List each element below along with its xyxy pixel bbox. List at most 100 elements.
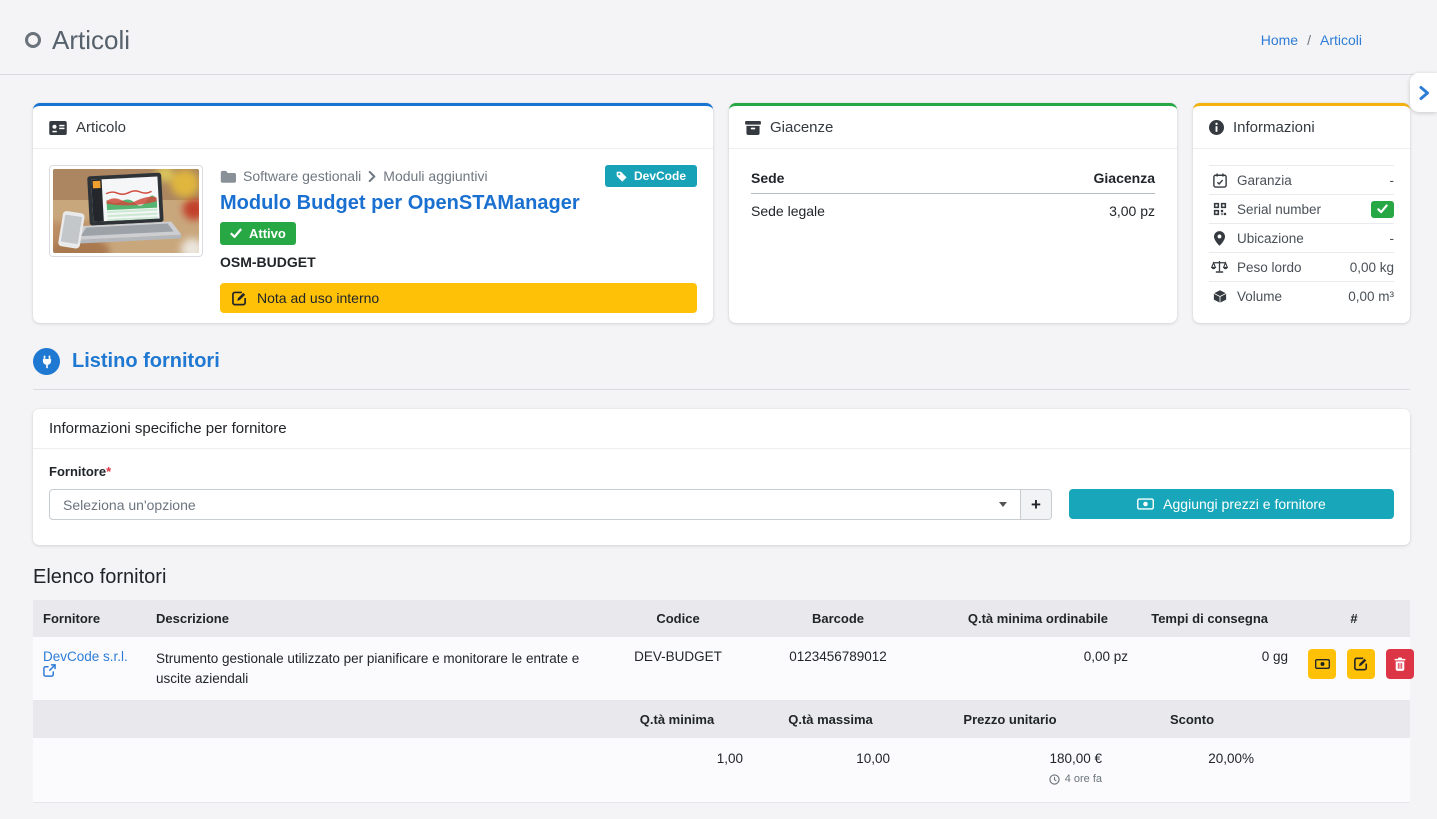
info-label: Serial number: [1237, 202, 1321, 217]
row-actions: [1298, 637, 1424, 700]
stock-col-giacenza: Giacenza: [972, 162, 1155, 194]
supplier-section-title: Listino fornitori: [72, 350, 220, 373]
fornitore-select-placeholder: Seleziona un'opzione: [63, 497, 196, 513]
module-circle-icon: [25, 32, 41, 48]
add-prices-button[interactable]: Aggiungi prezzi e fornitore: [1069, 489, 1394, 519]
breadcrumb-home-link[interactable]: Home: [1261, 32, 1298, 48]
delete-button[interactable]: [1386, 649, 1414, 679]
col-codice: Codice: [608, 600, 748, 637]
col-tempi-consegna: Tempi di consegna: [1138, 600, 1298, 637]
supplier-cell: DevCode s.r.l.: [33, 637, 146, 700]
barcode-cell: 0123456789012: [748, 637, 928, 700]
qta-minima-ordinabile-cell: 0,00 pz: [928, 637, 1138, 700]
brand-badge-label: DevCode: [634, 169, 686, 183]
chevron-right-icon: [368, 171, 376, 182]
col-qta-massima: Q.tà massima: [757, 701, 904, 738]
fornitore-select[interactable]: Seleziona un'opzione: [49, 489, 1021, 520]
product-image[interactable]: [49, 165, 203, 257]
article-card-header: Articolo: [33, 106, 713, 149]
status-badge: Attivo: [220, 222, 296, 245]
info-card-header: Informazioni: [1193, 106, 1410, 149]
col-qta-minima: Q.tà minima: [597, 701, 757, 738]
info-value: -: [1390, 173, 1395, 188]
info-circle-icon: [1209, 120, 1224, 135]
map-marker-icon: [1209, 231, 1230, 246]
required-mark: *: [106, 464, 111, 479]
breadcrumb-current-link[interactable]: Articoli: [1320, 32, 1362, 48]
edit-icon: [232, 291, 247, 306]
cube-icon: [1209, 289, 1230, 304]
col-actions: #: [1298, 600, 1410, 637]
calendar-check-icon: [1209, 173, 1230, 188]
address-card-icon: [49, 121, 67, 135]
internal-note-label: Nota ad uso interno: [257, 290, 379, 306]
supplier-link[interactable]: DevCode s.r.l.: [43, 649, 128, 677]
col-qta-minima-ordinabile: Q.tà minima ordinabile: [928, 600, 1138, 637]
prezzo-unitario-cell: 180,00 € 4 ore fa: [904, 738, 1116, 802]
stock-table: Sede Giacenza Sede legale 3,00 pz: [751, 162, 1155, 228]
info-label: Garanzia: [1237, 173, 1292, 188]
supplier-name: DevCode s.r.l.: [43, 649, 128, 664]
sconto-cell: 20,00%: [1116, 738, 1268, 802]
col-barcode: Barcode: [748, 600, 928, 637]
internal-note-button[interactable]: Nota ad uso interno: [220, 283, 697, 313]
price-detail-header: Q.tà minima Q.tà massima Prezzo unitario…: [33, 701, 1410, 738]
article-title-link[interactable]: Modulo Budget per OpenSTAManager: [220, 192, 580, 215]
side-panel-toggle[interactable]: [1410, 73, 1437, 112]
tag-icon: [616, 171, 627, 182]
col-descrizione: Descrizione: [146, 600, 608, 637]
qrcode-icon: [1209, 202, 1230, 216]
fornitore-label-text: Fornitore: [49, 464, 106, 479]
article-card-body: Software gestionali Moduli aggiuntivi De…: [33, 149, 713, 323]
breadcrumb-separator: /: [1307, 32, 1311, 48]
stock-sede-value: Sede legale: [751, 194, 972, 229]
status-row: Attivo: [220, 215, 697, 245]
check-icon: [230, 228, 242, 239]
category-label[interactable]: Software gestionali: [243, 168, 361, 184]
info-label: Volume: [1237, 289, 1282, 304]
status-badge-label: Attivo: [249, 226, 286, 241]
spacer: [1268, 701, 1410, 738]
fornitore-input-group: Seleziona un'opzione +: [49, 489, 1052, 520]
updated-timestamp: 4 ore fa: [918, 773, 1102, 785]
external-link-icon: [43, 664, 128, 677]
info-value: -: [1390, 231, 1395, 246]
stock-table-header: Sede Giacenza: [751, 162, 1155, 194]
supplier-form-panel: Informazioni specifiche per fornitore Fo…: [33, 409, 1410, 545]
suppliers-table: Fornitore Descrizione Codice Barcode Q.t…: [33, 600, 1410, 803]
prices-button[interactable]: [1308, 649, 1336, 679]
section-divider: [33, 389, 1410, 390]
codice-cell: DEV-BUDGET: [608, 637, 748, 700]
info-label: Peso lordo: [1237, 260, 1302, 275]
article-code: OSM-BUDGET: [220, 254, 697, 270]
add-supplier-button[interactable]: +: [1021, 489, 1052, 520]
archive-box-icon: [745, 121, 761, 135]
info-row-serial: Serial number: [1209, 194, 1394, 223]
scale-icon: [1209, 260, 1230, 274]
updated-text: 4 ore fa: [1065, 773, 1102, 785]
fornitore-label: Fornitore*: [49, 464, 1394, 479]
spacer: [33, 738, 597, 802]
edit-button[interactable]: [1347, 649, 1375, 679]
qta-minima-cell: 1,00: [597, 738, 757, 802]
plug-icon: [33, 348, 60, 375]
spacer: [33, 701, 597, 738]
article-card: Articolo: [33, 103, 713, 323]
info-card-title: Informazioni: [1233, 119, 1315, 136]
topbar: Articoli Home / Articoli: [0, 0, 1437, 75]
subcategory-label[interactable]: Moduli aggiuntivi: [383, 168, 487, 184]
article-card-title: Articolo: [76, 119, 126, 136]
suppliers-table-header: Fornitore Descrizione Codice Barcode Q.t…: [33, 600, 1410, 637]
info-row-volume: Volume 0,00 m³: [1209, 281, 1394, 310]
col-fornitore: Fornitore: [33, 600, 146, 637]
supplier-section-heading: Listino fornitori: [33, 348, 1410, 375]
info-row-garanzia: Garanzia -: [1209, 165, 1394, 194]
brand-badge[interactable]: DevCode: [605, 165, 697, 187]
article-info: Software gestionali Moduli aggiuntivi De…: [220, 165, 697, 313]
category-row: Software gestionali Moduli aggiuntivi De…: [220, 165, 697, 187]
info-value: 0,00 kg: [1350, 260, 1394, 275]
supplier-panel-body: Fornitore* Seleziona un'opzione +: [33, 449, 1410, 545]
folder-icon: [220, 170, 236, 183]
price-detail-row: 1,00 10,00 180,00 € 4 ore fa 20,00%: [33, 738, 1410, 803]
supplier-form-row: Seleziona un'opzione + Aggiungi prezzi e…: [49, 489, 1394, 520]
